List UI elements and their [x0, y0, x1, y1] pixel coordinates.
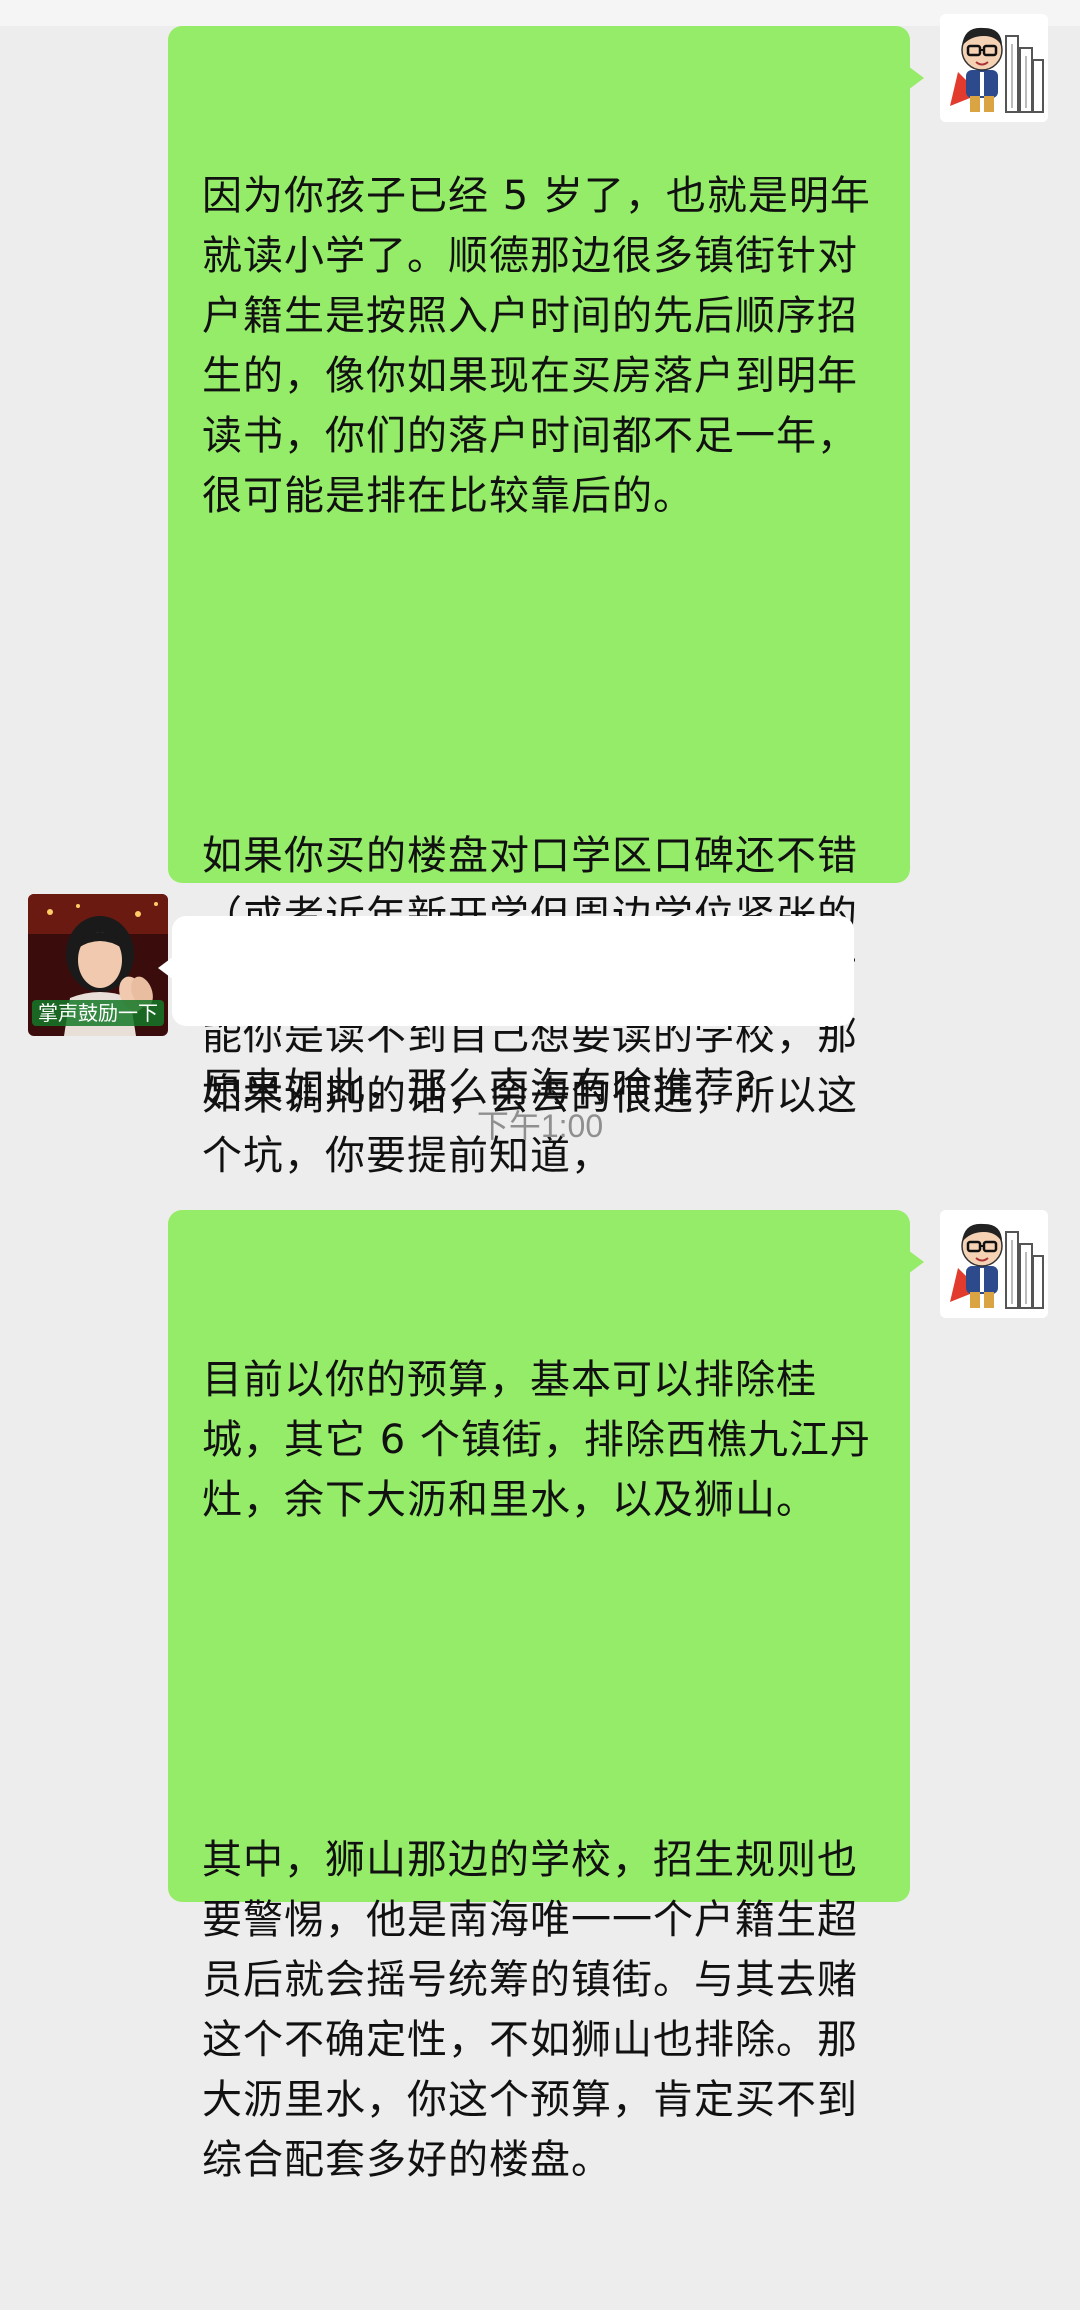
agent-avatar[interactable] — [940, 14, 1048, 122]
cartoon-man-glasses-buildings-icon — [940, 1210, 1048, 1318]
user-avatar[interactable]: 掌声鼓励一下 — [28, 894, 168, 1036]
timestamp-label: 下午1:00 — [476, 1108, 604, 1144]
cartoon-man-glasses-buildings-icon — [940, 14, 1048, 122]
message-bubble[interactable]: 原来如此，那么南海有啥推荐？ — [158, 916, 854, 1111]
sticker-caption: 掌声鼓励一下 — [32, 1000, 164, 1026]
top-divider — [0, 0, 1080, 26]
message-paragraph: 其中，狮山那边的学校，招生规则也要警惕，他是南海唯一一个户籍生超员后就会摇号统筹… — [202, 1837, 858, 2183]
message-bubble[interactable]: 因为你孩子已经 5 岁了，也就是明年就读小学了。顺德那边很多镇街针对户籍生是按照… — [168, 26, 924, 1179]
message-bubble[interactable]: 目前以你的预算，基本可以排除桂城，其它 6 个镇街，排除西樵九江丹灶，余下大沥和… — [168, 1210, 924, 2183]
message-paragraph: 因为你孩子已经 5 岁了，也就是明年就读小学了。顺德那边很多镇街针对户籍生是按照… — [202, 173, 871, 519]
message-paragraph: 目前以你的预算，基本可以排除桂城，其它 6 个镇街，排除西樵九江丹灶，余下大沥和… — [202, 1357, 871, 1523]
agent-avatar[interactable] — [940, 1210, 1048, 1318]
